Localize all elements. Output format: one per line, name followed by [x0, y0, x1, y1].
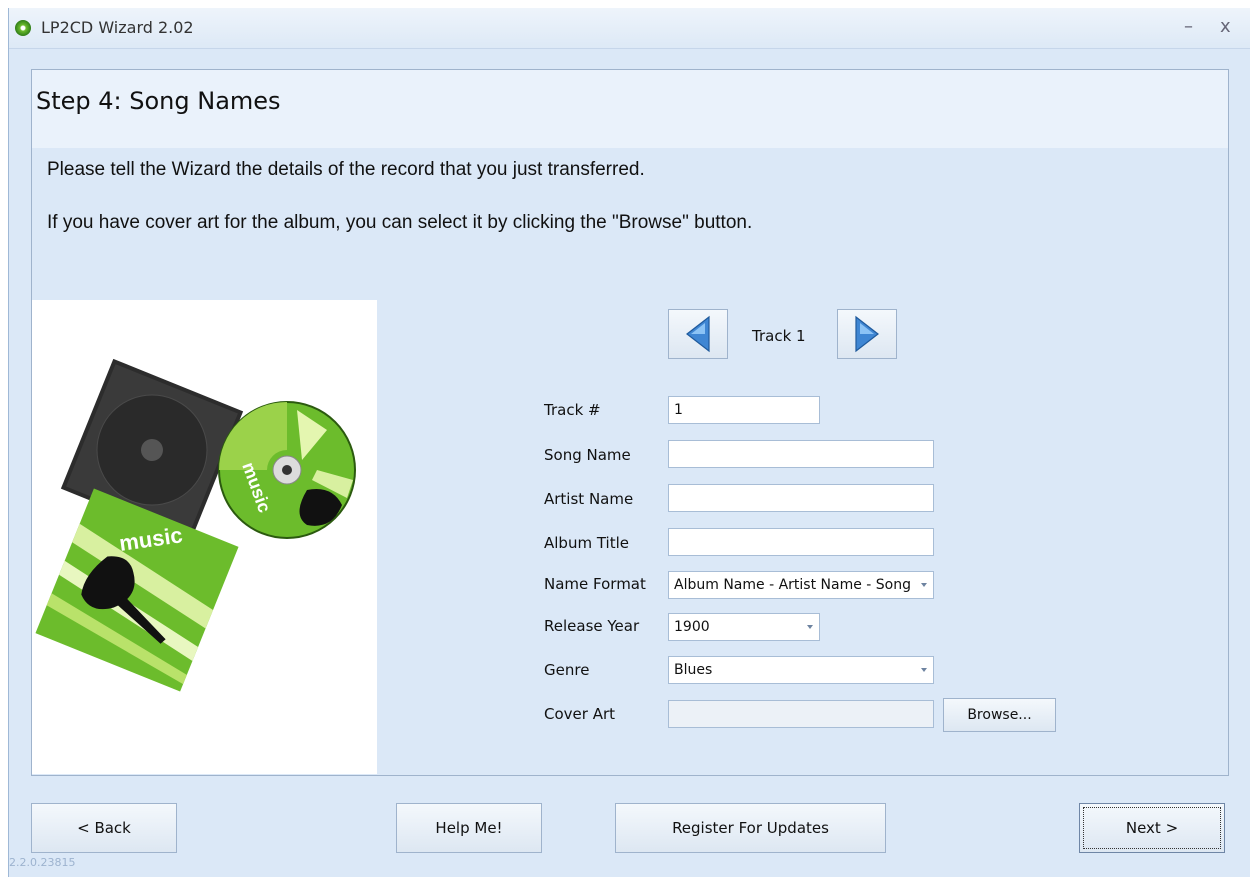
next-button[interactable]: Next >	[1079, 803, 1225, 853]
release-year-value: 1900	[674, 619, 710, 635]
step-header: Step 4: Song Names	[32, 70, 1228, 148]
register-for-updates-button[interactable]: Register For Updates	[615, 803, 886, 853]
app-disc-icon	[15, 20, 31, 36]
instruction-text-1: Please tell the Wizard the details of th…	[47, 159, 645, 180]
arrow-left-icon	[686, 315, 710, 353]
name-format-select[interactable]: Album Name - Artist Name - Song	[668, 571, 934, 599]
back-button[interactable]: < Back	[31, 803, 177, 853]
wizard-window: LP2CD Wizard 2.02 – x Step 4: Song Names…	[8, 8, 1250, 877]
song-name-label: Song Name	[544, 446, 631, 464]
artist-name-label: Artist Name	[544, 490, 634, 508]
version-label: 2.2.0.23815	[9, 856, 76, 869]
album-title-input[interactable]	[668, 528, 934, 556]
close-button[interactable]: x	[1220, 16, 1231, 37]
name-format-label: Name Format	[544, 575, 646, 593]
release-year-select[interactable]: 1900	[668, 613, 820, 641]
step-title: Step 4: Song Names	[36, 87, 281, 115]
track-number-label: Track #	[544, 401, 601, 419]
title-bar: LP2CD Wizard 2.02 – x	[9, 8, 1250, 49]
artist-name-input[interactable]	[668, 484, 934, 512]
previous-track-button[interactable]	[668, 309, 728, 359]
genre-value: Blues	[674, 662, 713, 678]
genre-label: Genre	[544, 661, 590, 679]
browse-button[interactable]: Browse...	[943, 698, 1056, 732]
step-panel: Step 4: Song Names Please tell the Wizar…	[31, 69, 1229, 776]
chevron-down-icon	[921, 583, 927, 587]
window-title: LP2CD Wizard 2.02	[41, 18, 194, 37]
arrow-right-icon	[855, 315, 879, 353]
next-track-button[interactable]	[837, 309, 897, 359]
chevron-down-icon	[921, 668, 927, 672]
help-button[interactable]: Help Me!	[396, 803, 542, 853]
minimize-button[interactable]: –	[1184, 16, 1193, 37]
track-number-input[interactable]: 1	[668, 396, 820, 424]
album-artwork-image: music music	[32, 300, 377, 774]
release-year-label: Release Year	[544, 617, 640, 635]
cover-art-label: Cover Art	[544, 705, 616, 723]
genre-select[interactable]: Blues	[668, 656, 934, 684]
album-title-label: Album Title	[544, 534, 629, 552]
song-name-input[interactable]	[668, 440, 934, 468]
track-label: Track 1	[752, 327, 806, 345]
cover-art-path-field	[668, 700, 934, 728]
name-format-value: Album Name - Artist Name - Song	[674, 577, 911, 593]
chevron-down-icon	[807, 625, 813, 629]
instruction-text-2: If you have cover art for the album, you…	[47, 212, 753, 233]
